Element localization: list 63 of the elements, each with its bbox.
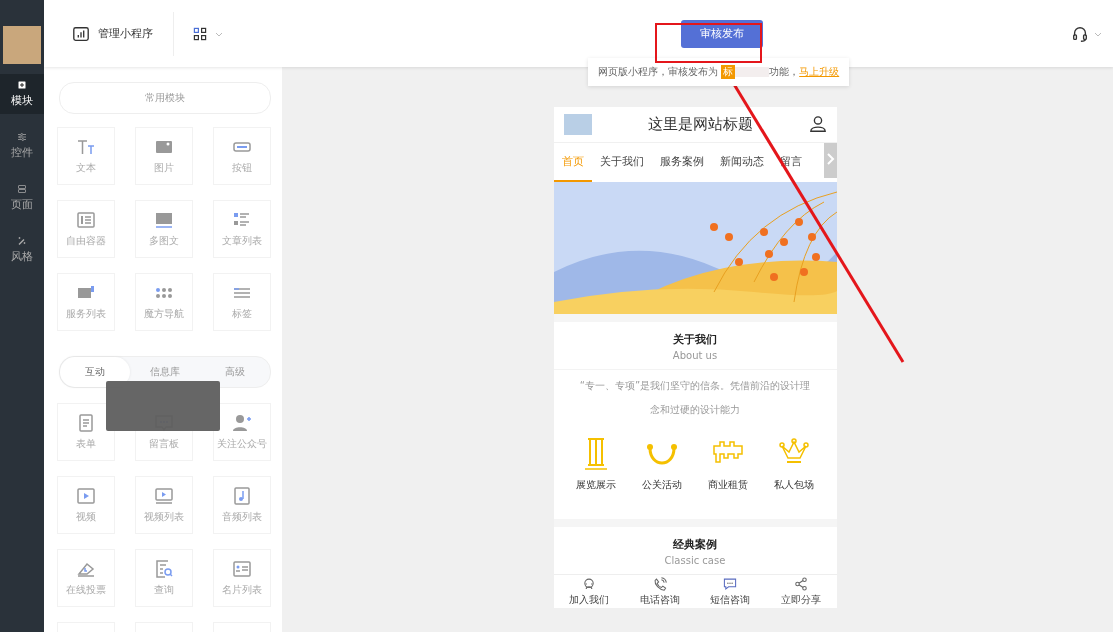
module-icon <box>232 559 252 579</box>
category-tab[interactable]: 互动 <box>60 357 130 387</box>
section-subtitle: Classic case <box>663 555 727 567</box>
headset-icon <box>1071 24 1089 43</box>
grid-icon <box>192 25 208 42</box>
bottom-icon <box>794 576 809 591</box>
bottom-icon <box>581 576 596 591</box>
section-subtitle: About us <box>671 349 719 361</box>
category-tab[interactable]: 高级 <box>200 357 270 387</box>
bottom-bar-item[interactable]: 加入我们 <box>553 575 625 608</box>
module-tile[interactable]: 音频列表 <box>213 476 271 534</box>
manage-button[interactable]: 管理小程序 <box>44 11 174 56</box>
upgrade-link[interactable]: 马上升级 <box>799 65 840 79</box>
site-nav-tab[interactable]: 新闻动态 <box>711 142 772 182</box>
module-icon <box>154 559 174 579</box>
bottom-bar-item[interactable]: 电话咨询 <box>624 575 695 608</box>
feature-item[interactable]: 展览展示 <box>576 435 617 492</box>
chart-icon <box>72 24 90 43</box>
feature-item[interactable]: 私人包场 <box>773 435 814 492</box>
module-tile[interactable]: 魔方导航 <box>135 273 193 331</box>
module-tile[interactable]: 按钮 <box>213 127 271 185</box>
module-tile[interactable]: 多图文 <box>135 200 193 258</box>
section-title: 关于我们 <box>672 331 718 347</box>
module-tile[interactable]: 在线投票 <box>57 549 115 607</box>
module-tile[interactable]: 自由容器 <box>57 200 115 258</box>
module-icon <box>232 486 252 506</box>
module-icon <box>76 486 96 506</box>
bottom-bar-item[interactable]: 立即分享 <box>765 575 837 608</box>
bottom-bar-item[interactable]: 短信咨询 <box>695 575 766 608</box>
feature-item[interactable]: 公关活动 <box>642 435 683 492</box>
module-tile[interactable]: 标签 <box>213 273 271 331</box>
blurred-text-placeholder <box>735 67 770 77</box>
feature-item[interactable]: 商业租赁 <box>707 435 748 492</box>
module-tile[interactable]: 文章列表 <box>213 200 271 258</box>
site-title: 这里是网站标题 <box>647 114 753 134</box>
avatar-photo-placeholder[interactable] <box>3 26 41 64</box>
sidebar-item[interactable]: 控件 <box>0 126 44 166</box>
sidebar-item[interactable]: 模块 <box>0 74 44 114</box>
sidebar-item[interactable]: 页面 <box>0 178 44 218</box>
module-tile[interactable]: 服务列表 <box>57 273 115 331</box>
user-icon <box>808 115 827 134</box>
scroll-right-button[interactable] <box>823 142 837 178</box>
module-tile[interactable]: 名片列表 <box>213 549 271 607</box>
bottom-icon <box>723 576 738 591</box>
site-nav-tab[interactable]: 关于我们 <box>591 142 652 182</box>
publish-button[interactable]: 审核发布 <box>680 19 763 48</box>
section-header: 常用模块 <box>59 82 271 114</box>
module-tile[interactable]: 查询 <box>135 549 193 607</box>
module-icon <box>154 210 174 230</box>
module-tile[interactable]: 文本 <box>57 127 115 185</box>
site-nav-tab[interactable]: 服务案例 <box>651 142 712 182</box>
module-tile[interactable]: 视频 <box>57 476 115 534</box>
section-title: 经典案例 <box>672 537 718 553</box>
logo-photo-placeholder <box>563 113 592 135</box>
bottom-icon <box>652 576 667 591</box>
module-tile[interactable]: 视频列表 <box>135 476 193 534</box>
module-icon <box>154 486 174 506</box>
module-icon <box>76 137 96 157</box>
module-icon <box>76 413 96 433</box>
module-icon <box>232 413 252 433</box>
module-tile[interactable]: 图片 <box>135 127 193 185</box>
sidebar-item[interactable]: 风格 <box>0 230 44 270</box>
module-icon <box>76 210 96 230</box>
